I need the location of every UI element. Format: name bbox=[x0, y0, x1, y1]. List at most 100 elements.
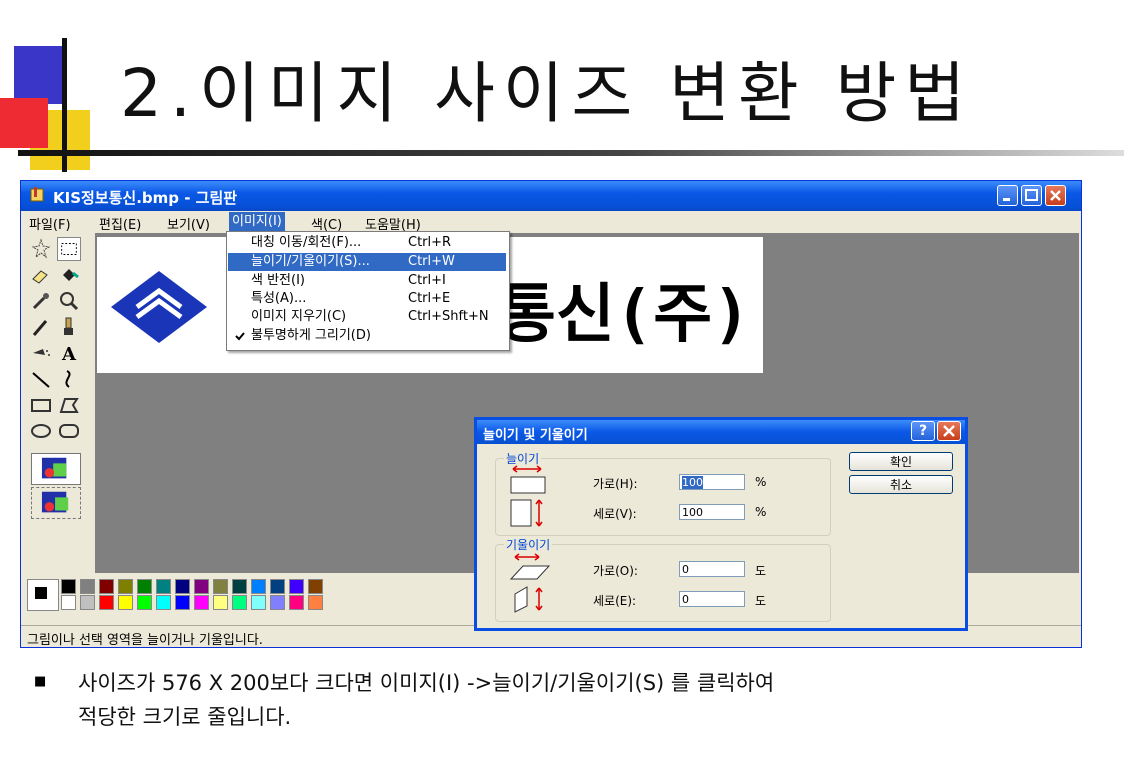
image-text: 통신(주) bbox=[497, 278, 751, 352]
palette-swatch[interactable] bbox=[175, 595, 190, 610]
palette-swatch[interactable] bbox=[99, 579, 114, 594]
skew-vertical-label: 세로(E): bbox=[593, 594, 637, 608]
palette-swatch[interactable] bbox=[289, 579, 304, 594]
skew-vertical-input[interactable]: 0 bbox=[679, 591, 745, 607]
text-tool-icon[interactable]: A bbox=[57, 341, 81, 365]
line-tool-icon[interactable] bbox=[29, 367, 53, 391]
palette-swatch[interactable] bbox=[137, 595, 152, 610]
menu-view[interactable]: 보기(V) bbox=[167, 214, 210, 233]
magnifier-icon[interactable] bbox=[57, 289, 81, 313]
palette-swatch[interactable] bbox=[156, 595, 171, 610]
brush-icon[interactable] bbox=[57, 315, 81, 339]
palette-swatch[interactable] bbox=[118, 579, 133, 594]
fill-bucket-icon[interactable] bbox=[57, 263, 81, 287]
toolbox: A bbox=[25, 235, 91, 571]
company-logo-image bbox=[111, 271, 207, 343]
palette-swatch[interactable] bbox=[61, 579, 76, 594]
airbrush-icon[interactable] bbox=[29, 341, 53, 365]
palette-swatch[interactable] bbox=[99, 595, 114, 610]
skew-horizontal-label: 가로(O): bbox=[593, 564, 638, 578]
palette-swatch[interactable] bbox=[308, 579, 323, 594]
maximize-button[interactable] bbox=[1021, 185, 1042, 206]
transparent-mode-icon[interactable] bbox=[31, 487, 81, 519]
palette-swatch[interactable] bbox=[289, 595, 304, 610]
palette-swatch[interactable] bbox=[232, 595, 247, 610]
stretch-vertical-input[interactable]: 100 bbox=[679, 504, 745, 520]
dialog-close-button[interactable] bbox=[937, 421, 961, 441]
cancel-button[interactable]: 취소 bbox=[849, 475, 953, 494]
palette-swatch[interactable] bbox=[308, 595, 323, 610]
status-text: 그림이나 선택 영역을 늘이거나 기울입니다. bbox=[27, 633, 263, 648]
menu-item-attributes[interactable]: 특성(A)... Ctrl+E bbox=[228, 290, 506, 308]
palette-swatch[interactable] bbox=[156, 579, 171, 594]
palette-swatch[interactable] bbox=[137, 579, 152, 594]
free-select-icon[interactable] bbox=[29, 237, 53, 261]
checkmark-icon bbox=[235, 332, 245, 341]
pencil-icon[interactable] bbox=[29, 315, 53, 339]
close-icon bbox=[1050, 190, 1061, 201]
palette-swatch[interactable] bbox=[194, 579, 209, 594]
palette-swatch[interactable] bbox=[194, 595, 209, 610]
bullet-icon: ■ bbox=[34, 674, 47, 689]
paint-titlebar[interactable]: KIS정보통신.bmp - 그림판 bbox=[21, 181, 1081, 211]
paint-window-title: KIS정보통신.bmp - 그림판 bbox=[53, 189, 238, 207]
body-text-line-2: 적당한 크기로 줄입니다. bbox=[78, 705, 292, 729]
color-picker-icon[interactable] bbox=[29, 289, 53, 313]
help-icon: ? bbox=[918, 423, 928, 439]
polygon-tool-icon[interactable] bbox=[57, 393, 81, 417]
current-colors-box[interactable] bbox=[27, 579, 59, 611]
opaque-mode-icon[interactable] bbox=[31, 453, 81, 485]
menu-item-stretch-skew[interactable]: 늘이기/기울이기(S)... Ctrl+W bbox=[228, 253, 506, 271]
stretch-vertical-label: 세로(V): bbox=[593, 507, 637, 521]
palette-swatch[interactable] bbox=[251, 595, 266, 610]
palette-swatch[interactable] bbox=[232, 579, 247, 594]
vertical-stretch-icon bbox=[510, 499, 543, 527]
stretch-vertical-unit: % bbox=[755, 505, 767, 519]
palette-swatch[interactable] bbox=[61, 595, 76, 610]
skew-group-label: 기울이기 bbox=[504, 536, 553, 553]
palette-swatch[interactable] bbox=[270, 595, 285, 610]
svg-text:A: A bbox=[61, 344, 77, 365]
menu-item-invert-colors[interactable]: 색 반전(I) Ctrl+I bbox=[228, 272, 506, 290]
dialog-titlebar[interactable]: 늘이기 및 기울이기 ? bbox=[477, 420, 965, 444]
minimize-button[interactable] bbox=[997, 185, 1018, 206]
rectangle-tool-icon[interactable] bbox=[29, 393, 53, 417]
horizontal-stretch-icon bbox=[510, 465, 546, 494]
horizontal-skew-icon bbox=[509, 553, 551, 580]
vertical-skew-icon bbox=[514, 586, 543, 613]
ok-button[interactable]: 확인 bbox=[849, 452, 953, 471]
palette-swatch[interactable] bbox=[251, 579, 266, 594]
menu-item-draw-opaque[interactable]: 불투명하게 그리기(D) bbox=[228, 327, 506, 345]
slide-title: 2.이미지 사이즈 변환 방법 bbox=[120, 55, 974, 132]
rect-select-icon[interactable] bbox=[57, 237, 81, 261]
palette-swatch[interactable] bbox=[213, 579, 228, 594]
stretch-horizontal-input[interactable]: 100 bbox=[679, 474, 745, 490]
menu-file[interactable]: 파일(F) bbox=[29, 214, 71, 233]
image-menu-dropdown: 대칭 이동/회전(F)... Ctrl+R 늘이기/기울이기(S)... Ctrl+… bbox=[226, 231, 510, 351]
close-icon bbox=[943, 425, 955, 437]
palette-swatch[interactable] bbox=[80, 579, 95, 594]
skew-horizontal-input[interactable]: 0 bbox=[679, 561, 745, 577]
menu-edit[interactable]: 편집(E) bbox=[99, 214, 141, 233]
stretch-horizontal-label: 가로(H): bbox=[593, 477, 638, 491]
eraser-icon[interactable] bbox=[29, 263, 53, 287]
rounded-rect-tool-icon[interactable] bbox=[57, 419, 81, 443]
skew-horizontal-unit: 도 bbox=[755, 564, 767, 578]
help-button[interactable]: ? bbox=[911, 421, 935, 441]
palette-swatch[interactable] bbox=[175, 579, 190, 594]
menubar: 파일(F) 편집(E) 보기(V) 이미지(I) 색(C) 도움말(H) bbox=[21, 211, 1081, 233]
decor-red-square bbox=[0, 98, 48, 148]
stretch-horizontal-value: 100 bbox=[682, 476, 703, 489]
palette-swatch[interactable] bbox=[80, 595, 95, 610]
minimize-icon bbox=[1003, 198, 1010, 201]
ellipse-tool-icon[interactable] bbox=[29, 419, 53, 443]
stretch-horizontal-unit: % bbox=[755, 475, 767, 489]
palette-swatch[interactable] bbox=[118, 595, 133, 610]
palette-swatch[interactable] bbox=[270, 579, 285, 594]
close-button[interactable] bbox=[1045, 185, 1066, 206]
palette-swatch[interactable] bbox=[213, 595, 228, 610]
curve-tool-icon[interactable] bbox=[57, 367, 81, 391]
menu-image[interactable]: 이미지(I) bbox=[229, 212, 285, 231]
menu-item-flip-rotate[interactable]: 대칭 이동/회전(F)... Ctrl+R bbox=[228, 234, 506, 252]
menu-item-clear-image[interactable]: 이미지 지우기(C) Ctrl+Shft+N bbox=[228, 308, 506, 326]
